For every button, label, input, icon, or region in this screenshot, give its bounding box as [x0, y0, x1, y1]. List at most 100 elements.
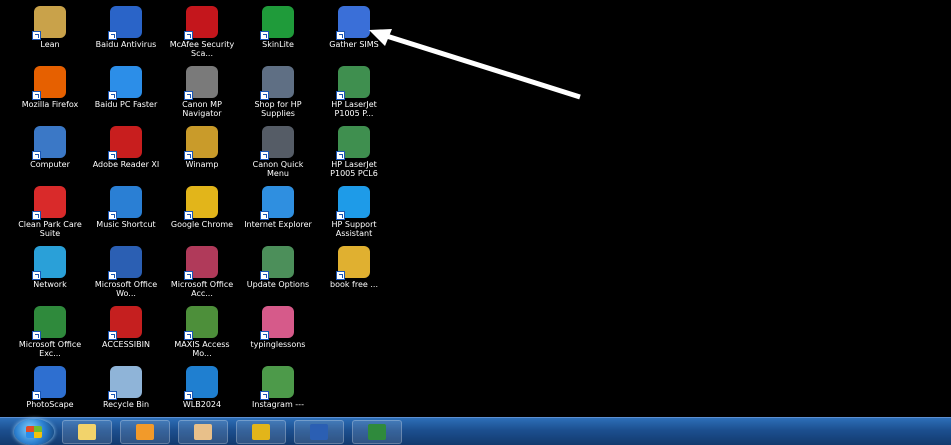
desktop-icon-label: MAXIS Access Mo... [174, 340, 230, 358]
photoscape-icon [32, 366, 66, 400]
taskbar-excel[interactable] [352, 419, 402, 444]
taskbar-chrome[interactable] [236, 419, 286, 444]
desktop-icon[interactable]: PhotoScape [12, 364, 88, 424]
desktop-icon[interactable]: HP LaserJet P1005 PCL6 [316, 124, 392, 184]
desktop-icon[interactable]: HP Support Assistant [316, 184, 392, 244]
desktop-icon-label: Winamp [185, 160, 219, 169]
shortcut-arrow-icon [336, 211, 345, 220]
book-icon [336, 246, 370, 280]
taskbar-paint[interactable] [178, 419, 228, 444]
shortcut-arrow-icon [32, 31, 41, 40]
shortcut-arrow-icon [108, 391, 117, 400]
empty-slot [316, 364, 392, 424]
shortcut-arrow-icon [184, 331, 193, 340]
desktop-icon[interactable]: Mozilla Firefox [12, 64, 88, 124]
taskbar-word[interactable] [294, 419, 344, 444]
access-icon [184, 246, 218, 280]
desktop-icon[interactable]: ACCESSIBIN [88, 304, 164, 364]
desktop-icon[interactable]: Instagram --- [240, 364, 316, 424]
desktop-icon-label: WLB2024 [182, 400, 222, 409]
desktop-icon[interactable]: Canon Quick Menu [240, 124, 316, 184]
shortcut-arrow-icon [108, 331, 117, 340]
shortcut-arrow-icon [108, 91, 117, 100]
desktop-icon[interactable]: Google Chrome [164, 184, 240, 244]
taskbar-chrome-icon [252, 423, 270, 440]
desktop-icon[interactable]: Lean [12, 4, 88, 64]
desktop-icon[interactable]: Baidu Antivirus [88, 4, 164, 64]
desktop-icon[interactable]: Canon MP Navigator [164, 64, 240, 124]
folder-icon [32, 6, 66, 40]
desktop-icon[interactable]: Shop for HP Supplies [240, 64, 316, 124]
shortcut-arrow-icon [184, 91, 193, 100]
desktop-icon[interactable]: HP LaserJet P1005 P... [316, 64, 392, 124]
desktop-icon-label: Update Options [246, 280, 310, 289]
baidu-pc-faster-icon [108, 66, 142, 100]
shortcut-arrow-icon [184, 31, 193, 40]
desktop-icon-label: Baidu Antivirus [95, 40, 157, 49]
desktop-icon-label: ACCESSIBIN [102, 340, 150, 349]
desktop-icon[interactable]: Baidu PC Faster [88, 64, 164, 124]
mcafee-icon [184, 6, 218, 40]
desktop-icon-label: book free ... [330, 280, 378, 289]
shortcut-arrow-icon [108, 151, 117, 160]
desktop-icon[interactable]: SkinLite [240, 4, 316, 64]
desktop-icon[interactable]: Clean Park Care Suite [12, 184, 88, 244]
shortcut-arrow-icon [184, 211, 193, 220]
desktop-icon[interactable]: Network [12, 244, 88, 304]
wlb-icon [184, 366, 218, 400]
shortcut-arrow-icon [108, 211, 117, 220]
taskbar-explorer[interactable] [62, 419, 112, 444]
desktop-icon[interactable]: book free ... [316, 244, 392, 304]
shortcut-arrow-icon [260, 31, 269, 40]
recycle-bin-icon [108, 366, 142, 400]
start-button[interactable] [14, 418, 54, 445]
desktop-icon-label: HP LaserJet P1005 PCL6 [330, 160, 378, 178]
taskbar-media-player-icon [136, 423, 154, 440]
desktop-icon-label: Shop for HP Supplies [254, 100, 302, 118]
update-icon [260, 246, 294, 280]
desktop-icon-label: Computer [30, 160, 70, 169]
desktop-icon[interactable]: Adobe Reader XI [88, 124, 164, 184]
taskbar-word-icon [310, 423, 328, 440]
desktop-icon[interactable]: Update Options [240, 244, 316, 304]
desktop-icon-label: Canon MP Navigator [182, 100, 222, 118]
desktop-icon-label: Baidu PC Faster [94, 100, 158, 109]
shortcut-arrow-icon [32, 151, 41, 160]
cleaner-icon [32, 186, 66, 220]
desktop-icon-label: HP Support Assistant [331, 220, 377, 238]
desktop-icon-label: Adobe Reader XI [92, 160, 160, 169]
desktop-icon-label: Microsoft Office Acc... [170, 280, 234, 298]
desktop-icon[interactable]: Microsoft Office Acc... [164, 244, 240, 304]
desktop-icon[interactable]: MAXIS Access Mo... [164, 304, 240, 364]
desktop-icon[interactable]: typinglessons [240, 304, 316, 364]
shortcut-arrow-icon [336, 151, 345, 160]
internet-explorer-icon [260, 186, 294, 220]
desktop-icon[interactable]: McAfee Security Sca... [164, 4, 240, 64]
gather-sims-icon [336, 6, 370, 40]
desktop-icon[interactable]: Microsoft Office Exc... [12, 304, 88, 364]
accessibin-icon [108, 306, 142, 340]
desktop-icon[interactable]: Computer [12, 124, 88, 184]
shortcut-arrow-icon [184, 391, 193, 400]
shortcut-arrow-icon [336, 31, 345, 40]
desktop-icon[interactable]: Internet Explorer [240, 184, 316, 244]
taskbar-media-player[interactable] [120, 419, 170, 444]
desktop-icon-label: Network [33, 280, 67, 289]
desktop-icon[interactable]: WLB2024 [164, 364, 240, 424]
desktop-icon-label: typinglessons [250, 340, 306, 349]
canon-mp-navigator-icon [184, 66, 218, 100]
taskbar-explorer-icon [78, 423, 96, 440]
shortcut-arrow-icon [260, 91, 269, 100]
desktop-icon[interactable]: Music Shortcut [88, 184, 164, 244]
desktop-icon-label: SkinLite [262, 40, 294, 49]
desktop-icon[interactable]: Microsoft Office Wo... [88, 244, 164, 304]
shortcut-arrow-icon [184, 151, 193, 160]
desktop-icon[interactable]: Gather SIMS [316, 4, 392, 64]
shortcut-arrow-icon [184, 271, 193, 280]
desktop-icon[interactable]: Recycle Bin [88, 364, 164, 424]
excel-icon [32, 306, 66, 340]
taskbar-excel-icon [368, 423, 386, 440]
desktop-icon[interactable]: Winamp [164, 124, 240, 184]
empty-slot [316, 304, 392, 364]
desktop-icon-label: Gather SIMS [329, 40, 379, 49]
